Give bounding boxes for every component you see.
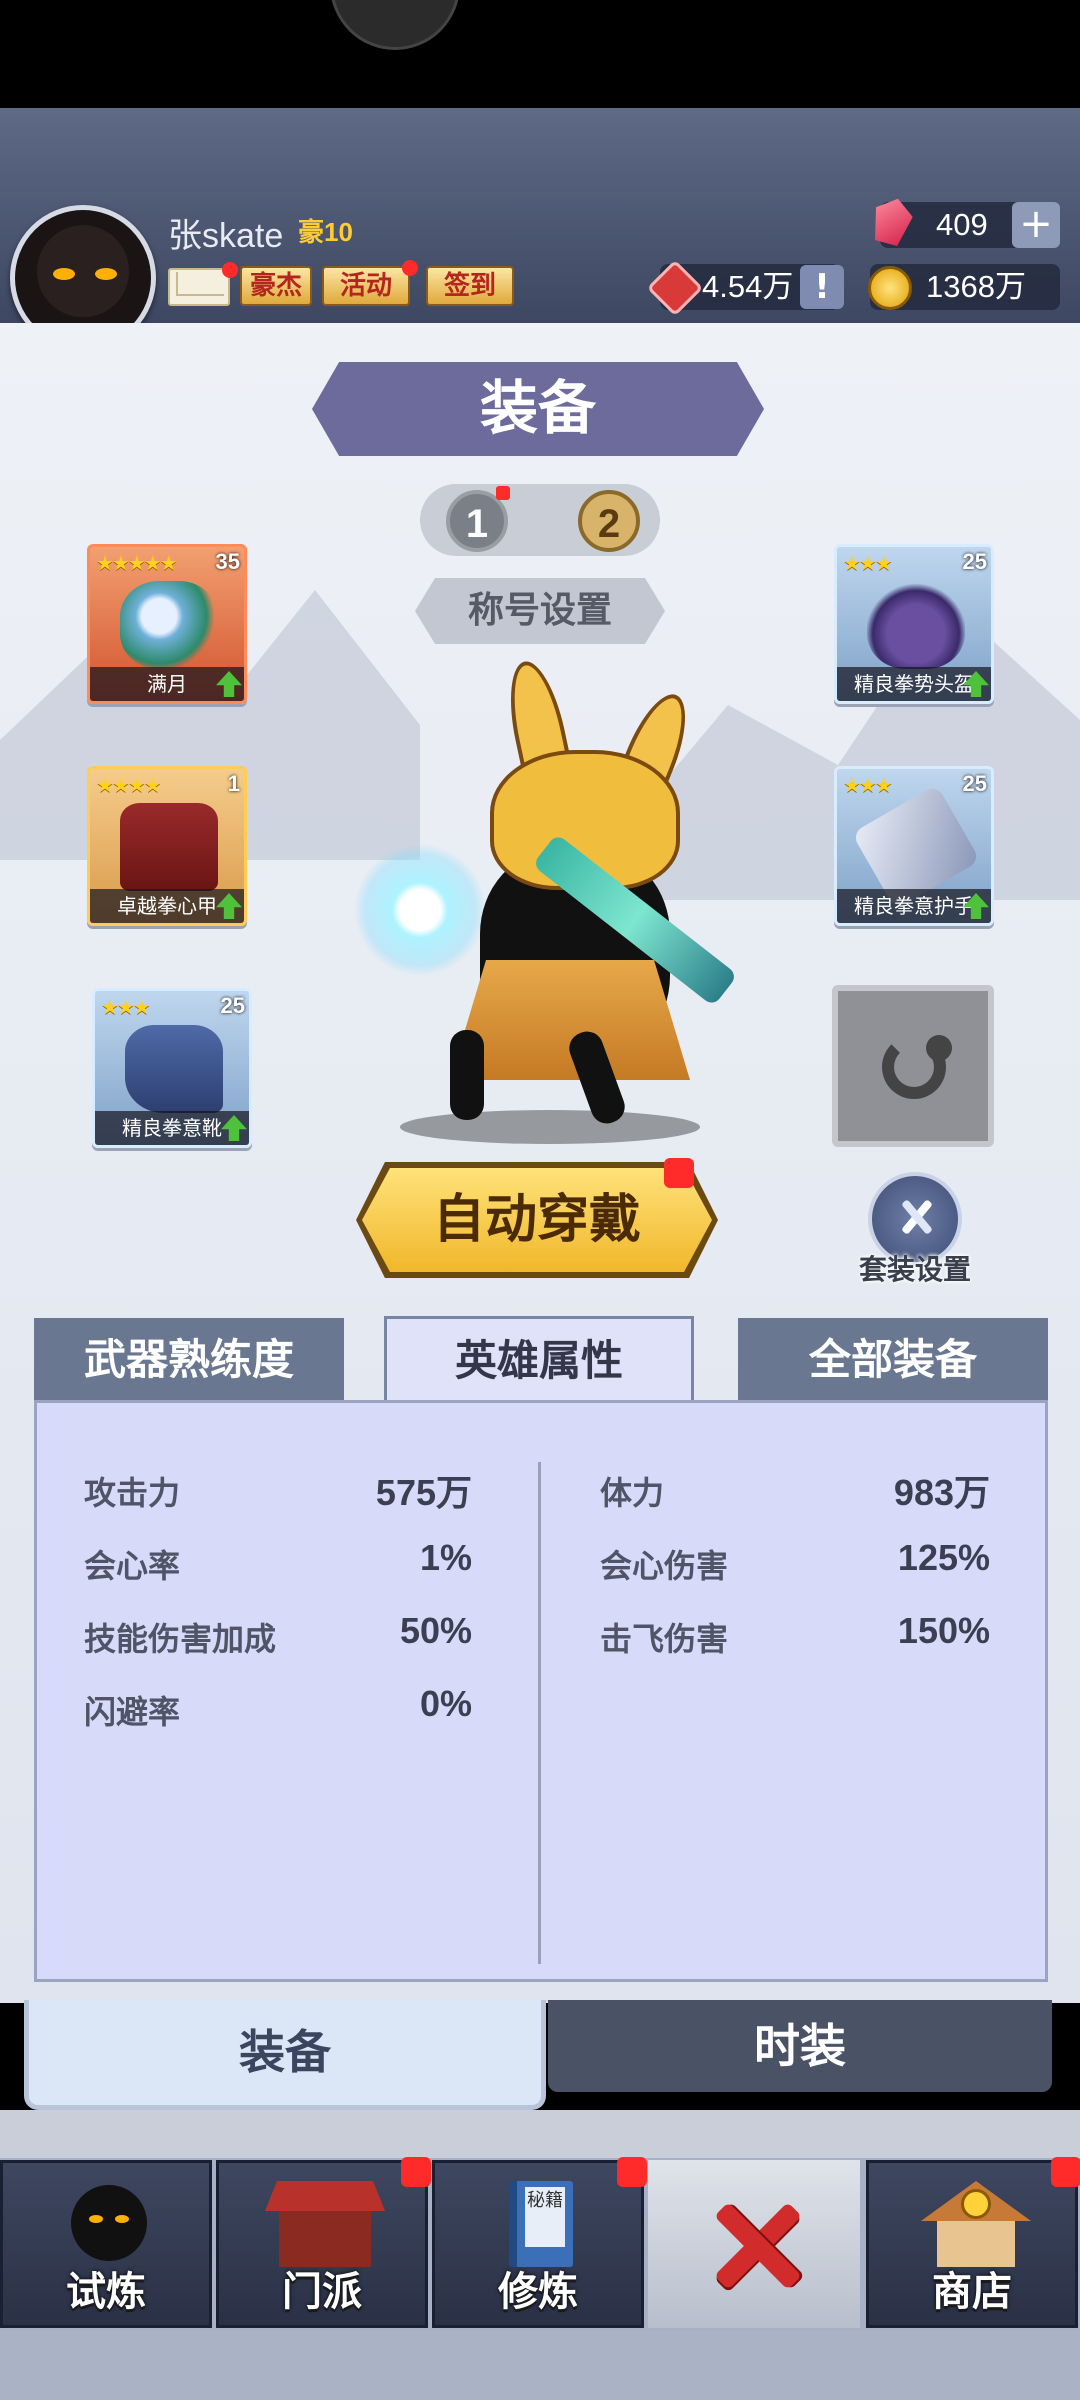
equip-slot-gloves[interactable]: ★★★ 25 精良拳意护手 bbox=[834, 766, 994, 926]
nav-sect[interactable]: 门派 bbox=[216, 2157, 431, 2328]
ticket-amount: 4.54万 bbox=[702, 269, 794, 304]
boots-icon bbox=[125, 1025, 223, 1113]
stat-label: 闪避率 bbox=[84, 1693, 181, 1731]
coin-icon bbox=[868, 266, 912, 310]
auto-wear-notification-dot bbox=[664, 1158, 694, 1188]
events-notification-dot bbox=[402, 260, 418, 276]
equip-slot-empty[interactable] bbox=[832, 985, 994, 1147]
tab-hero-attributes[interactable]: 英雄属性 bbox=[384, 1316, 694, 1406]
item-level: 1 bbox=[227, 771, 240, 796]
stats-divider bbox=[538, 1462, 541, 1964]
player-name: 张skate bbox=[168, 217, 284, 255]
nav-shop[interactable]: 商店 bbox=[866, 2157, 1080, 2328]
equip-slot-armor[interactable]: ★★★★ 1 卓越拳心甲 bbox=[87, 766, 247, 926]
avatar-eye-icon bbox=[95, 268, 117, 280]
tab-all-equipment[interactable]: 全部装备 bbox=[738, 1318, 1048, 1402]
hero-leg bbox=[450, 1030, 484, 1120]
ninja-icon bbox=[71, 2185, 147, 2261]
nav-notification-dot bbox=[401, 2157, 431, 2187]
title-setting-button[interactable]: 称号设置 bbox=[415, 578, 665, 644]
stat-value: 983万 bbox=[893, 1472, 990, 1513]
suit-setting-label: 套装设置 bbox=[858, 1253, 971, 1286]
item-level: 35 bbox=[215, 549, 240, 574]
item-level: 25 bbox=[962, 549, 987, 574]
nav-notification-dot bbox=[1051, 2157, 1080, 2187]
gem-amount: 409 bbox=[936, 207, 988, 242]
page-title: 装备 bbox=[479, 376, 596, 441]
equip-slot-weapon[interactable]: ★★★★★ 35 满月 bbox=[87, 544, 247, 704]
status-area bbox=[0, 0, 1080, 108]
stat-value: 0% bbox=[419, 1683, 472, 1724]
nav-label: 门派 bbox=[282, 2269, 362, 2315]
shop-icon bbox=[921, 2181, 1031, 2267]
temple-icon bbox=[265, 2181, 385, 2267]
equip-slot-boots[interactable]: ★★★ 25 精良拳意靴 bbox=[92, 988, 252, 1148]
stat-label: 技能伤害加成 bbox=[84, 1620, 277, 1658]
divider-strip bbox=[0, 2110, 1080, 2160]
vip-level: 豪10 bbox=[298, 217, 353, 247]
page-2-button[interactable]: 2 bbox=[578, 490, 640, 552]
nav-trial[interactable]: 试炼 bbox=[0, 2160, 212, 2328]
mail-notification-dot bbox=[222, 262, 238, 278]
robe-armor-icon bbox=[120, 803, 218, 891]
add-gems-button[interactable]: + bbox=[1012, 202, 1060, 248]
checkin-button[interactable]: 签到 bbox=[426, 266, 514, 306]
book-icon: 秘籍 bbox=[509, 2181, 573, 2267]
stat-label: 攻击力 bbox=[84, 1474, 181, 1512]
stat-value: 125% bbox=[897, 1537, 990, 1578]
stat-value: 150% bbox=[897, 1610, 990, 1651]
page-1-notification-dot bbox=[496, 486, 510, 500]
hero-button[interactable]: 豪杰 bbox=[240, 266, 312, 306]
subtab-fashion[interactable]: 时装 bbox=[548, 2000, 1052, 2092]
nav-notification-dot bbox=[617, 2157, 647, 2187]
star-rating: ★★★★ bbox=[96, 773, 162, 797]
star-rating: ★★★ bbox=[843, 773, 893, 797]
nav-cultivate[interactable]: 秘籍 修炼 bbox=[432, 2157, 647, 2328]
helmet-icon bbox=[867, 581, 965, 669]
nav-label: 试炼 bbox=[66, 2269, 146, 2315]
hero-robe bbox=[450, 960, 690, 1080]
equip-slot-helmet[interactable]: ★★★ 25 精良拳势头盔 bbox=[834, 544, 994, 704]
subtab-equipment[interactable]: 装备 bbox=[24, 2000, 546, 2104]
nav-label: 修炼 bbox=[498, 2269, 578, 2315]
stat-label: 击飞伤害 bbox=[600, 1620, 729, 1658]
tab-weapon-mastery[interactable]: 武器熟练度 bbox=[34, 1318, 344, 1402]
star-rating: ★★★ bbox=[101, 995, 151, 1019]
events-button[interactable]: 活动 bbox=[322, 266, 410, 306]
avatar-eye-icon bbox=[53, 268, 75, 280]
tools-icon bbox=[902, 1200, 932, 1234]
stat-value: 575万 bbox=[375, 1472, 472, 1513]
auto-wear-button[interactable]: 自动穿戴 bbox=[362, 1168, 712, 1272]
energy-orb bbox=[355, 845, 485, 975]
item-level: 25 bbox=[220, 993, 245, 1018]
item-level: 25 bbox=[962, 771, 987, 796]
moon-weapon-icon bbox=[120, 581, 218, 669]
stat-value: 50% bbox=[399, 1610, 472, 1651]
nav-label: 商店 bbox=[932, 2269, 1012, 2315]
close-icon[interactable] bbox=[710, 2200, 800, 2290]
stat-label: 会心伤害 bbox=[600, 1547, 729, 1585]
stat-label: 会心率 bbox=[84, 1547, 181, 1585]
mail-icon[interactable] bbox=[168, 268, 230, 306]
star-rating: ★★★★★ bbox=[96, 551, 178, 575]
coin-amount: 1368万 bbox=[926, 269, 1026, 304]
hero-shadow bbox=[400, 1110, 700, 1144]
stat-label: 体力 bbox=[600, 1474, 665, 1512]
ticket-info-button[interactable]: ! bbox=[800, 265, 844, 309]
star-rating: ★★★ bbox=[843, 551, 893, 575]
stat-value: 1% bbox=[419, 1537, 472, 1578]
